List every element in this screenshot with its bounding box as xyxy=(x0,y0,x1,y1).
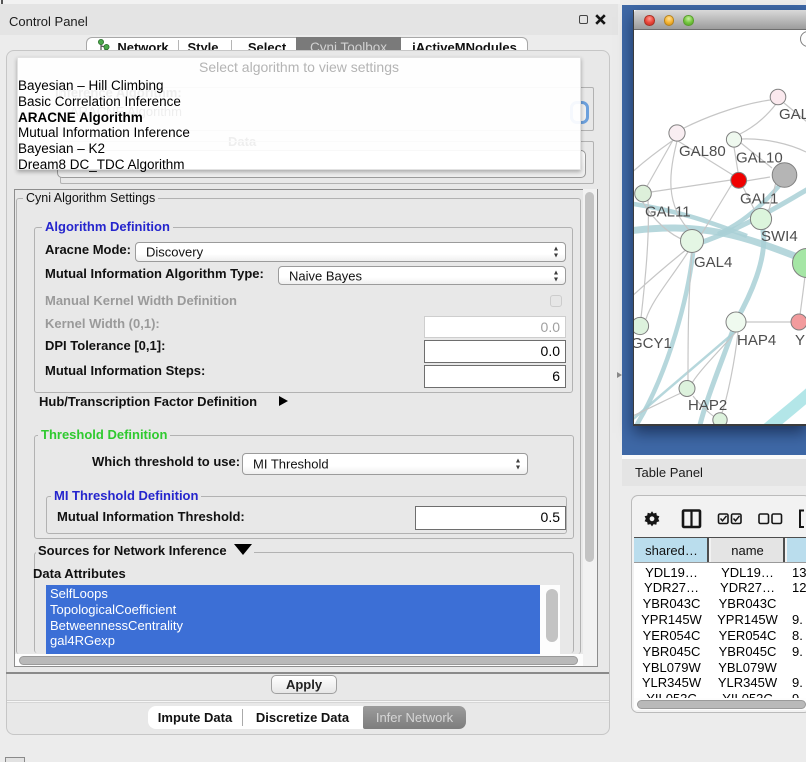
svg-text:GAL11: GAL11 xyxy=(645,204,691,221)
svg-text:YE: YE xyxy=(795,332,806,349)
svg-text:GAL7: GAL7 xyxy=(779,106,806,123)
svg-text:GAL80: GAL80 xyxy=(679,143,726,160)
svg-text:GAL1: GAL1 xyxy=(740,191,778,208)
svg-text:GCY1: GCY1 xyxy=(634,335,672,352)
svg-text:GAL4: GAL4 xyxy=(694,254,732,271)
svg-text:GAL10: GAL10 xyxy=(736,150,783,167)
svg-text:HAP4: HAP4 xyxy=(737,332,776,349)
svg-text:SWI4: SWI4 xyxy=(761,228,798,245)
svg-text:HAP2: HAP2 xyxy=(688,397,727,414)
